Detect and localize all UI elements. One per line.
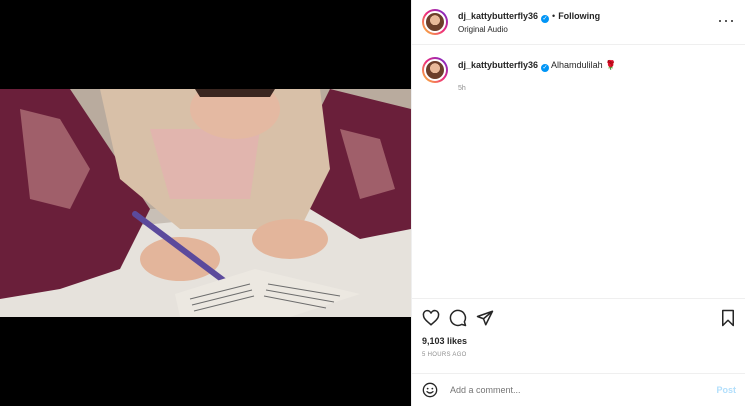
video-player[interactable] xyxy=(0,89,411,317)
action-bar xyxy=(412,298,745,338)
post-timestamp: 5 HOURS AGO xyxy=(422,352,467,358)
bookmark-icon[interactable] xyxy=(720,309,736,327)
media-area xyxy=(0,0,411,406)
likes-count[interactable]: 9,103 likes xyxy=(422,336,467,346)
following-button[interactable]: Following xyxy=(558,11,600,21)
separator-dot: • xyxy=(552,11,556,21)
header-text: dj_kattybutterfly36 ✓ • Following Original … xyxy=(458,8,600,36)
post-header: dj_kattybutterfly36 ✓ • Following Original … xyxy=(412,0,745,45)
caption-text: Alhamdulilah xyxy=(551,60,603,70)
avatar-image xyxy=(424,11,446,33)
heart-icon[interactable] xyxy=(422,309,440,327)
post-button[interactable]: Post xyxy=(716,385,736,395)
comment-input[interactable] xyxy=(450,385,717,395)
instagram-post-modal: dj_kattybutterfly36 ✓ • Following Original … xyxy=(0,0,745,406)
rose-emoji-icon: 🌹 xyxy=(605,60,617,70)
verified-badge-icon: ✓ xyxy=(541,64,550,72)
audio-link[interactable]: Original Audio xyxy=(458,23,600,36)
caption-avatar[interactable] xyxy=(422,57,448,83)
caption-username[interactable]: dj_kattybutterfly36 xyxy=(458,60,538,70)
header-username[interactable]: dj_kattybutterfly36 xyxy=(458,11,538,21)
caption-time: 5h xyxy=(458,85,466,92)
avatar[interactable] xyxy=(422,9,448,35)
verified-badge-icon: ✓ xyxy=(541,15,550,23)
emoji-icon[interactable] xyxy=(422,382,438,398)
comment-bar: Post xyxy=(412,373,745,406)
caption: dj_kattybutterfly36 ✓ Alhamdulilah 🌹 5h xyxy=(412,45,745,95)
share-icon[interactable] xyxy=(476,309,494,327)
post-details-panel: dj_kattybutterfly36 ✓ • Following Original … xyxy=(411,0,745,406)
comment-icon[interactable] xyxy=(449,309,467,327)
video-frame xyxy=(0,89,411,317)
caption-body: dj_kattybutterfly36 ✓ Alhamdulilah 🌹 5h xyxy=(458,57,616,95)
more-icon[interactable] xyxy=(719,14,733,28)
avatar-image xyxy=(424,59,446,81)
